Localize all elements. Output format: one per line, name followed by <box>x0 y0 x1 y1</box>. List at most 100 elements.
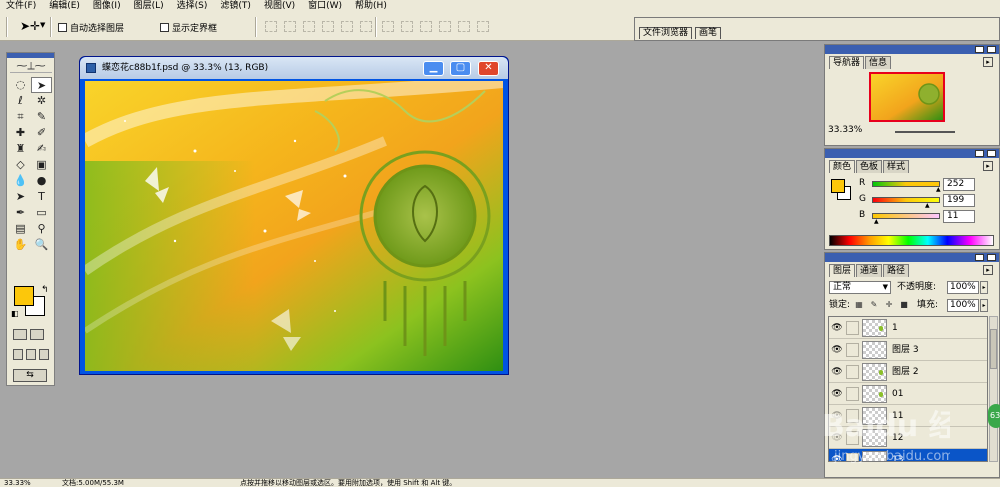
toolbox-titlebar[interactable] <box>7 53 54 58</box>
tab-layers[interactable]: 图层 <box>829 264 856 277</box>
panel-close-button[interactable] <box>987 150 996 157</box>
status-zoom[interactable]: 33.33% <box>4 479 31 487</box>
menu-view[interactable]: 视图(V) <box>264 0 295 13</box>
jump-to-imageready-icon[interactable]: ⇆ <box>13 369 47 382</box>
default-colors-icon[interactable]: ◧ <box>11 309 19 318</box>
panel-close-button[interactable] <box>987 46 996 53</box>
standard-mode-icon[interactable] <box>13 329 27 340</box>
show-bounding-box-checkbox[interactable]: 显示定界框 <box>160 21 217 34</box>
layer-link-box[interactable] <box>846 321 859 335</box>
magic-wand-tool-icon[interactable]: ✲ <box>31 93 52 109</box>
visibility-eye-icon[interactable]: 👁 <box>830 321 844 335</box>
crop-tool-icon[interactable]: ⌗ <box>10 109 31 125</box>
notes-tool-icon[interactable]: ▤ <box>10 221 31 237</box>
layer-row[interactable]: 👁 图层 3 <box>829 339 987 361</box>
navigator-thumbnail[interactable] <box>869 72 945 122</box>
layer-link-box[interactable] <box>846 343 859 357</box>
menu-select[interactable]: 选择(S) <box>177 0 208 13</box>
history-brush-tool-icon[interactable]: ✍ <box>31 141 52 157</box>
panel-titlebar[interactable] <box>825 45 999 54</box>
lock-transparency-icon[interactable]: ▦ <box>854 300 864 310</box>
blur-tool-icon[interactable]: 💧 <box>10 173 31 189</box>
align-vcenter-icon[interactable] <box>284 21 296 32</box>
marquee-tool-icon[interactable]: ◌ <box>10 77 31 93</box>
lasso-tool-icon[interactable]: ℓ <box>10 93 31 109</box>
align-left-icon[interactable] <box>322 21 334 32</box>
eyedropper-tool-icon[interactable]: ⚲ <box>31 221 52 237</box>
lock-image-icon[interactable]: ✎ <box>869 300 879 310</box>
quick-mask-mode-icon[interactable] <box>30 329 44 340</box>
status-doc-size[interactable]: 文档:5.00M/55.3M <box>62 479 124 487</box>
type-tool-icon[interactable]: T <box>31 189 52 205</box>
layer-row[interactable]: 👁 1 <box>829 317 987 339</box>
red-value-field[interactable]: 252 <box>943 178 975 191</box>
slice-tool-icon[interactable]: ✎ <box>31 109 52 125</box>
hand-tool-icon[interactable]: ✋ <box>10 237 31 253</box>
visibility-eye-icon[interactable]: 👁 <box>830 343 844 357</box>
dodge-tool-icon[interactable]: ● <box>31 173 52 189</box>
healing-brush-tool-icon[interactable]: ✚ <box>10 125 31 141</box>
distribute-bottom-icon[interactable] <box>420 21 432 32</box>
fill-field[interactable]: 100% <box>947 299 979 312</box>
pen-tool-icon[interactable]: ✒ <box>10 205 31 221</box>
blend-mode-select[interactable]: 正常 ▼ <box>829 281 891 294</box>
move-tool-icon[interactable]: ➤ <box>31 77 52 93</box>
blue-slider[interactable] <box>872 213 940 219</box>
panel-menu-icon[interactable]: ▸ <box>983 161 993 171</box>
navigator-zoom-field[interactable]: 33.33% <box>828 125 862 135</box>
red-slider[interactable] <box>872 181 940 187</box>
panel-titlebar[interactable] <box>825 253 999 262</box>
layer-link-box[interactable] <box>846 365 859 379</box>
auto-select-layer-checkbox[interactable]: 自动选择图层 <box>58 21 124 34</box>
panel-minimize-button[interactable] <box>975 46 984 53</box>
opacity-field[interactable]: 100% <box>947 281 979 294</box>
clone-stamp-tool-icon[interactable]: ♜ <box>10 141 31 157</box>
align-hcenter-icon[interactable] <box>341 21 353 32</box>
panel-minimize-button[interactable] <box>975 254 984 261</box>
panel-menu-icon[interactable]: ▸ <box>983 265 993 275</box>
chevron-down-icon[interactable]: ▼ <box>883 282 888 293</box>
green-value-field[interactable]: 199 <box>943 194 975 207</box>
opacity-arrow-icon[interactable]: ▸ <box>980 281 988 294</box>
panel-minimize-button[interactable] <box>975 150 984 157</box>
green-slider-handle-icon[interactable]: ▲ <box>925 203 930 209</box>
navigator-zoom-slider[interactable] <box>895 131 955 133</box>
foreground-color-swatch[interactable] <box>14 286 34 306</box>
align-top-icon[interactable] <box>265 21 277 32</box>
distribute-vcenter-icon[interactable] <box>401 21 413 32</box>
document-titlebar[interactable]: 蝶恋花c88b1f.psd @ 33.3% (13, RGB) ▁ ▢ ✕ <box>80 57 508 79</box>
distribute-hcenter-icon[interactable] <box>458 21 470 32</box>
panel-menu-icon[interactable]: ▸ <box>983 57 993 67</box>
swap-colors-icon[interactable]: ↰ <box>41 285 49 295</box>
path-selection-tool-icon[interactable]: ➤ <box>10 189 31 205</box>
shape-tool-icon[interactable]: ▭ <box>31 205 52 221</box>
red-slider-handle-icon[interactable]: ▲ <box>936 187 941 193</box>
image-canvas[interactable] <box>85 81 503 371</box>
color-spectrum-bar[interactable] <box>829 235 994 246</box>
tab-color[interactable]: 颜色 <box>829 160 856 173</box>
panel-titlebar[interactable] <box>825 149 999 158</box>
maximize-button[interactable]: ▢ <box>450 61 471 76</box>
tab-info[interactable]: 信息 <box>865 56 892 69</box>
distribute-right-icon[interactable] <box>477 21 489 32</box>
color-panel-foreground-swatch[interactable] <box>831 179 845 193</box>
distribute-top-icon[interactable] <box>382 21 394 32</box>
menu-layer[interactable]: 图层(L) <box>134 0 164 13</box>
menu-edit[interactable]: 编辑(E) <box>49 0 80 13</box>
lock-all-icon[interactable]: ■ <box>899 300 909 310</box>
tab-paths[interactable]: 路径 <box>883 264 910 277</box>
tab-navigator[interactable]: 导航器 <box>829 56 865 69</box>
move-tool-preset-icon[interactable]: ➤✛ <box>20 19 40 33</box>
menu-help[interactable]: 帮助(H) <box>355 0 387 13</box>
chevron-down-icon[interactable]: ▼ <box>40 21 45 29</box>
feather-logo-icon[interactable]: ⁓⟂⁓ <box>10 59 52 73</box>
close-button[interactable]: ✕ <box>478 61 499 76</box>
minimize-button[interactable]: ▁ <box>423 61 444 76</box>
align-bottom-icon[interactable] <box>303 21 315 32</box>
tab-styles[interactable]: 样式 <box>883 160 910 173</box>
scrollbar-thumb[interactable] <box>990 329 997 369</box>
menu-file[interactable]: 文件(F) <box>6 0 36 13</box>
side-badge[interactable]: 63 <box>988 404 1000 428</box>
tab-swatches[interactable]: 色板 <box>856 160 883 173</box>
menu-image[interactable]: 图像(I) <box>93 0 121 13</box>
